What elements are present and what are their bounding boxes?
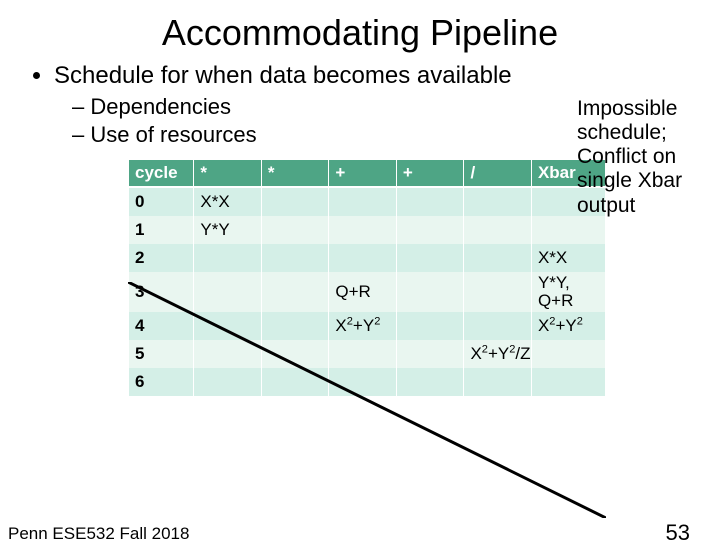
col-add1: +: [329, 160, 396, 188]
cell-add2: [397, 244, 464, 272]
cell-mul2: [262, 312, 329, 340]
annotation-text: Impossible schedule; Conflict on single …: [577, 97, 712, 218]
cell-add1: [329, 188, 396, 216]
cell-mul2: [262, 368, 329, 396]
table-row: 2 X*X: [129, 244, 605, 272]
cell-add1: X2+Y2: [329, 312, 396, 340]
cell-mul2: [262, 272, 329, 312]
cell-mul1: [194, 272, 261, 312]
cell-mul2: [262, 188, 329, 216]
cell-mul1: [194, 312, 261, 340]
cell-mul1: [194, 340, 261, 368]
cell-cycle: 4: [129, 312, 193, 340]
bullet-main: Schedule for when data becomes available: [54, 62, 720, 90]
table-body: 0X*X1Y*Y2X*X3Q+RY*Y, Q+R4X2+Y2X2+Y25X2+Y…: [129, 188, 605, 396]
table-row: 6: [129, 368, 605, 396]
cell-add2: [397, 312, 464, 340]
main-bullets: Schedule for when data becomes available: [30, 62, 720, 90]
cell-xbar: X2+Y2: [532, 312, 605, 340]
slide-number: 53: [666, 520, 690, 540]
cell-div: [464, 244, 531, 272]
cell-add1: [329, 340, 396, 368]
cell-cycle: 5: [129, 340, 193, 368]
cell-mul1: Y*Y: [194, 216, 261, 244]
cell-add1: [329, 216, 396, 244]
cell-cycle: 3: [129, 272, 193, 312]
cell-cycle: 1: [129, 216, 193, 244]
cell-mul2: [262, 340, 329, 368]
cell-div: [464, 216, 531, 244]
cell-add1: Q+R: [329, 272, 396, 312]
cell-div: [464, 188, 531, 216]
cell-add1: [329, 244, 396, 272]
col-mul1: *: [194, 160, 261, 188]
cell-cycle: 6: [129, 368, 193, 396]
col-mul2: *: [262, 160, 329, 188]
table-row: 1Y*Y: [129, 216, 605, 244]
cell-add2: [397, 272, 464, 312]
cell-mul1: [194, 244, 261, 272]
cell-mul2: [262, 244, 329, 272]
cell-cycle: 2: [129, 244, 193, 272]
cell-mul1: X*X: [194, 188, 261, 216]
cell-div: X2+Y2/Z: [464, 340, 531, 368]
cell-div: [464, 368, 531, 396]
col-cycle: cycle: [129, 160, 193, 188]
cell-add2: [397, 216, 464, 244]
cell-mul1: [194, 368, 261, 396]
cell-add2: [397, 340, 464, 368]
footer-left: Penn ESE532 Fall 2018: [8, 524, 189, 540]
cell-add2: [397, 368, 464, 396]
cell-div: [464, 272, 531, 312]
table-row: 4 X2+Y2 X2+Y2: [129, 312, 605, 340]
cell-mul2: [262, 216, 329, 244]
cell-add2: [397, 188, 464, 216]
cell-add1: [329, 368, 396, 396]
cell-cycle: 0: [129, 188, 193, 216]
table-row: 5 X2+Y2/Z: [129, 340, 605, 368]
cell-xbar: [532, 340, 605, 368]
col-add2: +: [397, 160, 464, 188]
slide-title: Accommodating Pipeline: [0, 12, 720, 54]
schedule-table: cycle * * + + / Xbar 0X*X1Y*Y2X*X3Q+RY*Y…: [128, 160, 606, 396]
table-row: 0X*X: [129, 188, 605, 216]
table-header-row: cycle * * + + / Xbar: [129, 160, 605, 188]
col-div: /: [464, 160, 531, 188]
table-row: 3 Q+R Y*Y, Q+R: [129, 272, 605, 312]
cell-div: [464, 312, 531, 340]
cell-xbar: [532, 368, 605, 396]
cell-xbar: Y*Y, Q+R: [532, 272, 605, 312]
cell-xbar: X*X: [532, 244, 605, 272]
cell-xbar: [532, 216, 605, 244]
